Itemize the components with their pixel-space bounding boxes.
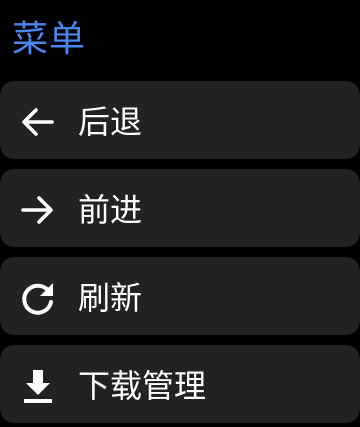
menu-item-label: 后退	[78, 103, 143, 141]
refresh-icon	[18, 278, 58, 318]
menu-item-label: 下载管理	[78, 367, 207, 405]
menu-item-downloads[interactable]: 下载管理	[0, 345, 360, 423]
download-icon	[18, 366, 58, 406]
page-title: 菜单	[12, 19, 87, 60]
menu-item-label: 前进	[78, 191, 143, 229]
menu-item-label: 刷新	[78, 279, 143, 317]
menu-item-refresh[interactable]: 刷新	[0, 257, 360, 335]
menu-item-back[interactable]: 后退	[0, 81, 360, 159]
arrow-left-icon	[18, 102, 58, 142]
arrow-right-icon	[18, 190, 58, 230]
menu-item-forward[interactable]: 前进	[0, 169, 360, 247]
